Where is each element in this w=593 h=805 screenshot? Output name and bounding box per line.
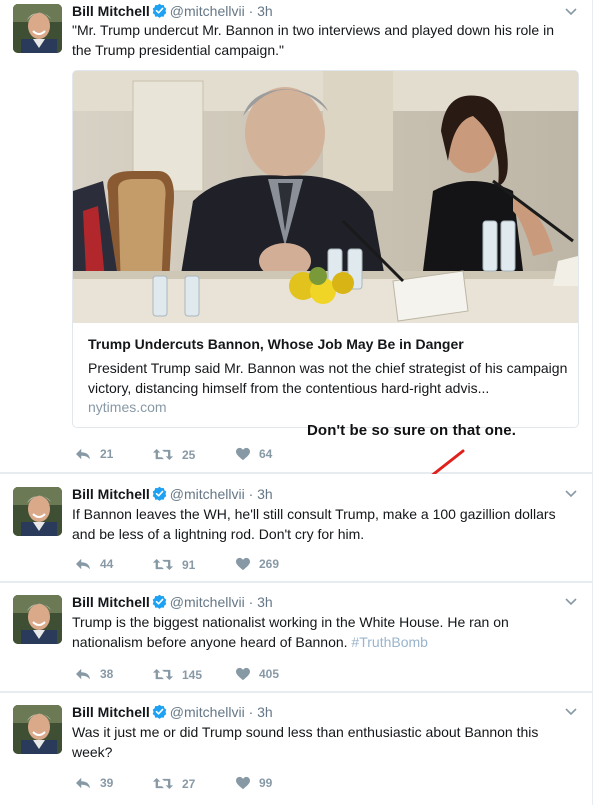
retweet-button[interactable]: 27: [152, 776, 195, 791]
user-handle[interactable]: @mitchellvii: [170, 486, 245, 502]
user-name[interactable]: Bill Mitchell: [72, 3, 150, 19]
tweet-header: Bill Mitchell @mitchellvii · 3h: [72, 3, 273, 21]
tweet[interactable]: Bill Mitchell @mitchellvii · 3h Was it ju…: [0, 693, 592, 805]
retweet-count: 145: [182, 667, 203, 682]
reply-button[interactable]: 21: [74, 447, 113, 461]
tweet-text: Was it just me or did Trump sound less t…: [72, 724, 539, 760]
chevron-down-icon[interactable]: [564, 7, 578, 17]
card-image: [73, 71, 578, 323]
separator: ·: [248, 3, 254, 19]
like-button[interactable]: 405: [235, 667, 279, 681]
reply-icon: [74, 447, 92, 461]
avatar[interactable]: [13, 705, 62, 754]
avatar[interactable]: [13, 595, 62, 644]
verified-badge-icon: [152, 486, 167, 504]
retweet-button[interactable]: 91: [152, 557, 195, 572]
chevron-down-icon[interactable]: [564, 707, 578, 717]
timestamp[interactable]: 3h: [257, 704, 273, 720]
verified-badge-icon: [152, 704, 167, 722]
retweet-count: 91: [182, 557, 196, 572]
like-button[interactable]: 99: [235, 776, 272, 790]
user-handle[interactable]: @mitchellvii: [170, 704, 245, 720]
user-handle[interactable]: @mitchellvii: [170, 3, 245, 19]
like-count: 269: [259, 557, 280, 571]
reply-count: 44: [100, 557, 114, 571]
tweet-actions: 44 91 269: [72, 557, 332, 575]
avatar[interactable]: [13, 4, 62, 53]
user-name[interactable]: Bill Mitchell: [72, 704, 150, 720]
tweet-text: If Bannon leaves the WH, he'll still con…: [72, 506, 556, 542]
like-count: 405: [259, 667, 280, 681]
heart-icon: [235, 667, 251, 681]
tweet-header: Bill Mitchell @mitchellvii · 3h: [72, 594, 273, 612]
separator: ·: [248, 486, 254, 502]
annotation-text: Don't be so sure on that one.: [307, 422, 516, 439]
tweet[interactable]: Bill Mitchell @mitchellvii · 3h If Bannon…: [0, 474, 592, 581]
like-count: 99: [259, 776, 273, 790]
tweet[interactable]: Bill Mitchell @mitchellvii · 3h Trump is …: [0, 583, 592, 691]
reply-icon: [74, 557, 92, 571]
heart-icon: [235, 447, 251, 461]
separator: ·: [248, 704, 254, 720]
reply-count: 38: [100, 667, 114, 681]
tweet-header: Bill Mitchell @mitchellvii · 3h: [72, 704, 273, 722]
user-name[interactable]: Bill Mitchell: [72, 486, 150, 502]
hashtag-link[interactable]: #TruthBomb: [351, 634, 428, 650]
reply-icon: [74, 776, 92, 790]
tweet[interactable]: Bill Mitchell @mitchellvii · 3h "Mr. Trum…: [0, 0, 592, 472]
tweet-actions: 21 25 64: [72, 447, 332, 465]
timestamp[interactable]: 3h: [257, 594, 273, 610]
tweet-body: Trump is the biggest nationalist working…: [72, 614, 509, 650]
tweet-header: Bill Mitchell @mitchellvii · 3h: [72, 486, 273, 504]
heart-icon: [235, 776, 251, 790]
reply-count: 21: [100, 447, 114, 461]
reply-button[interactable]: 38: [74, 667, 113, 681]
retweet-count: 25: [182, 447, 196, 462]
tweet-actions: 39 27 99: [72, 776, 332, 794]
reply-count: 39: [100, 776, 114, 790]
heart-icon: [235, 557, 251, 571]
timestamp[interactable]: 3h: [257, 486, 273, 502]
like-button[interactable]: 64: [235, 447, 272, 461]
like-count: 64: [259, 447, 273, 461]
link-card[interactable]: Trump Undercuts Bannon, Whose Job May Be…: [72, 70, 579, 428]
separator: ·: [248, 594, 254, 610]
user-name[interactable]: Bill Mitchell: [72, 594, 150, 610]
retweet-icon: [152, 447, 174, 462]
verified-badge-icon: [152, 3, 167, 21]
chevron-down-icon[interactable]: [564, 597, 578, 607]
tweet-text: "Mr. Trump undercut Mr. Bannon in two in…: [72, 22, 554, 58]
retweet-count: 27: [182, 776, 196, 791]
tweet-actions: 38 145 405: [72, 667, 332, 685]
like-button[interactable]: 269: [235, 557, 279, 571]
retweet-icon: [152, 667, 174, 682]
reply-button[interactable]: 44: [74, 557, 113, 571]
retweet-icon: [152, 776, 174, 791]
card-description: President Trump said Mr. Bannon was not …: [88, 360, 568, 396]
retweet-button[interactable]: 145: [152, 667, 202, 682]
card-domain[interactable]: nytimes.com: [88, 399, 167, 415]
retweet-button[interactable]: 25: [152, 447, 195, 462]
avatar[interactable]: [13, 487, 62, 536]
reply-icon: [74, 667, 92, 681]
user-handle[interactable]: @mitchellvii: [170, 594, 245, 610]
timestamp[interactable]: 3h: [257, 3, 273, 19]
verified-badge-icon: [152, 594, 167, 612]
retweet-icon: [152, 557, 174, 572]
reply-button[interactable]: 39: [74, 776, 113, 790]
chevron-down-icon[interactable]: [564, 489, 578, 499]
tweet-text: Trump is the biggest nationalist working…: [72, 612, 572, 652]
card-title[interactable]: Trump Undercuts Bannon, Whose Job May Be…: [88, 336, 464, 352]
